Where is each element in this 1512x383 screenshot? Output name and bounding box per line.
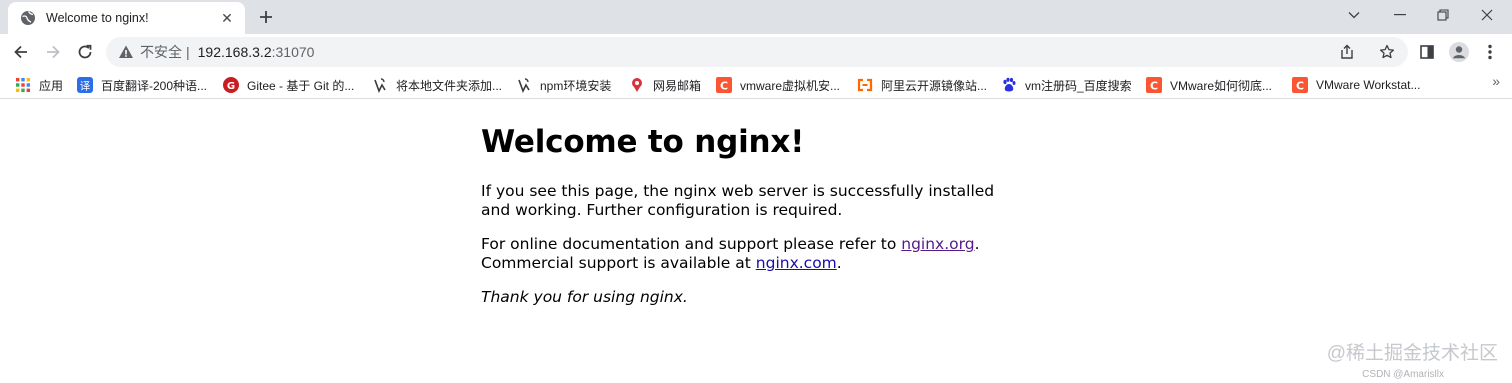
svg-text:C: C	[1150, 80, 1158, 93]
tab-strip: Welcome to nginx! ✕	[0, 0, 1512, 34]
thanks-text: Thank you for using nginx.	[481, 288, 688, 306]
url-host: 192.168.3.2	[197, 44, 272, 60]
tab-search-button[interactable]	[1331, 0, 1377, 30]
svg-text:C: C	[720, 80, 728, 93]
bookmark-vmware-workstation[interactable]: C VMware Workstat...	[1292, 75, 1420, 95]
bookmark-gitee[interactable]: G Gitee - 基于 Git 的...	[223, 75, 354, 95]
nginx-welcome: Welcome to nginx! If you see this page, …	[481, 124, 1001, 322]
minimize-icon	[1394, 14, 1406, 16]
svg-text:G: G	[227, 81, 235, 92]
close-icon	[1481, 9, 1493, 21]
bookmark-folder-add[interactable]: 将本地文件夹添加...	[372, 75, 502, 95]
menu-button[interactable]	[1476, 38, 1504, 66]
plus-icon	[260, 11, 272, 23]
share-icon[interactable]	[1338, 43, 1356, 61]
restore-button[interactable]	[1420, 0, 1466, 30]
page-heading: Welcome to nginx!	[481, 124, 805, 160]
bookmark-label: VMware Workstat...	[1316, 78, 1421, 92]
bookmark-label: 网易邮箱	[653, 78, 702, 93]
back-button[interactable]	[7, 38, 35, 66]
url-separator: |	[186, 44, 190, 60]
minimize-button[interactable]	[1377, 0, 1423, 30]
support-text: For online documentation and support ple…	[481, 235, 902, 253]
more-bookmarks-button[interactable]: »	[1492, 73, 1500, 89]
kebab-menu-icon	[1488, 44, 1492, 60]
support-period: .	[974, 235, 980, 253]
bookmark-vmware-install[interactable]: C vmware虚拟机安...	[716, 75, 840, 95]
bookmark-aliyun-mirror[interactable]: 阿里云开源镜像站...	[857, 75, 987, 95]
side-panel-icon	[1420, 45, 1434, 59]
bookmark-label: 阿里云开源镜像站...	[881, 78, 988, 93]
bookmark-vmware-uninstall[interactable]: C VMware如何彻底...	[1146, 75, 1272, 95]
new-tab-button[interactable]	[254, 5, 278, 29]
side-panel-button[interactable]	[1413, 38, 1441, 66]
bookmark-star-icon[interactable]	[1378, 43, 1396, 61]
warning-triangle-icon[interactable]	[118, 44, 134, 60]
nginx-org-link[interactable]: nginx.org	[901, 235, 974, 253]
commercial-period: .	[836, 254, 842, 272]
reload-button[interactable]	[71, 38, 99, 66]
tab-title: Welcome to nginx!	[46, 11, 149, 25]
tab-close-icon[interactable]: ✕	[219, 10, 235, 26]
bookmark-label: Gitee - 基于 Git 的...	[247, 78, 355, 93]
jianshu-icon	[516, 77, 532, 93]
csdn-icon: C	[716, 77, 732, 93]
close-window-button[interactable]	[1464, 0, 1510, 30]
thanks-paragraph: Thank you for using nginx.	[481, 288, 1001, 307]
jianshu-icon	[372, 77, 388, 93]
arrow-left-icon	[14, 45, 27, 59]
intro-paragraph: If you see this page, the nginx web serv…	[481, 182, 995, 219]
bookmark-label: 应用	[39, 78, 64, 93]
csdn-icon: C	[1292, 77, 1308, 93]
reload-icon	[78, 44, 92, 59]
bookmark-label: VMware如何彻底...	[1170, 78, 1273, 93]
bookmark-apps[interactable]: 应用	[15, 75, 63, 95]
insecure-label[interactable]: 不安全	[140, 42, 182, 62]
url-port: :31070	[271, 44, 315, 60]
active-tab[interactable]: Welcome to nginx! ✕	[8, 2, 245, 34]
bookmarks-bar: 应用 译 百度翻译-200种语... G Gitee - 基于 Git 的...…	[0, 70, 1512, 99]
globe-icon	[20, 10, 36, 26]
chevron-down-icon	[1348, 12, 1360, 19]
avatar-icon	[1449, 42, 1469, 62]
watermark-sub: CSDN @Amarisllx	[1362, 369, 1444, 380]
apps-grid-icon	[15, 77, 31, 93]
bookmark-baidu-translate[interactable]: 译 百度翻译-200种语...	[77, 75, 207, 95]
profile-button[interactable]	[1445, 38, 1473, 66]
baidu-paw-icon	[1001, 77, 1017, 93]
address-bar[interactable]: 不安全 | 192.168.3.2 :31070	[106, 37, 1408, 67]
bookmark-label: 将本地文件夹添加...	[396, 78, 503, 93]
bookmark-label: vmware虚拟机安...	[740, 78, 841, 93]
support-paragraph: For online documentation and support ple…	[481, 235, 1001, 273]
bookmark-label: vm注册码_百度搜索	[1025, 78, 1132, 93]
bookmark-baidu-search[interactable]: vm注册码_百度搜索	[1001, 75, 1132, 95]
aliyun-icon	[857, 77, 873, 93]
page-viewport: Welcome to nginx! If you see this page, …	[0, 100, 1512, 383]
gitee-icon: G	[223, 77, 239, 93]
bookmark-npm[interactable]: npm环境安装	[516, 75, 611, 95]
netease-mail-icon	[629, 77, 645, 93]
svg-text:C: C	[1296, 80, 1304, 93]
bookmark-label: 百度翻译-200种语...	[101, 78, 208, 93]
csdn-icon: C	[1146, 77, 1162, 93]
svg-text:译: 译	[80, 80, 91, 92]
arrow-right-icon	[47, 45, 60, 59]
bookmark-label: npm环境安装	[540, 78, 612, 93]
commercial-text: Commercial support is available at	[481, 254, 756, 272]
baidu-translate-icon: 译	[77, 77, 93, 93]
browser-toolbar: 不安全 | 192.168.3.2 :31070	[0, 34, 1512, 70]
restore-icon	[1437, 9, 1449, 21]
bookmark-netease-mail[interactable]: 网易邮箱	[629, 75, 701, 95]
watermark: @稀土掘金技术社区	[1326, 343, 1498, 364]
forward-button[interactable]	[39, 38, 67, 66]
nginx-com-link[interactable]: nginx.com	[756, 254, 837, 272]
